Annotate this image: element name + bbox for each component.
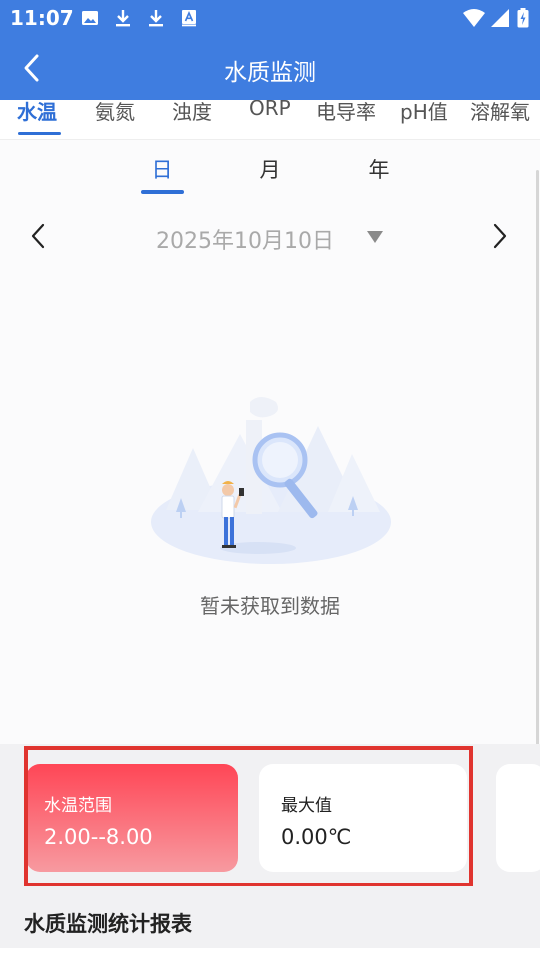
- report-title: 水质监测统计报表: [24, 912, 192, 936]
- signal-icon: [490, 8, 510, 28]
- app-bar: 水质监测: [0, 36, 540, 100]
- caret-down-icon[interactable]: [366, 229, 384, 248]
- chevron-left-icon: [31, 223, 45, 249]
- status-time: 11:07: [10, 6, 74, 30]
- tab-turbidity[interactable]: 浊度: [172, 100, 212, 125]
- main-content: 日 月 年 2025年10月10日 暂未获取到数据: [0, 140, 540, 744]
- period-tab-month[interactable]: 月: [240, 154, 300, 184]
- parameter-tabs: 水温 氨氮 浊度 ORP 电导率 pH值 溶解氧: [0, 100, 540, 140]
- report-divider: [0, 948, 540, 960]
- empty-state-illustration: [151, 397, 391, 564]
- empty-state-text: 暂未获取到数据: [200, 594, 340, 618]
- page-title: 水质监测: [224, 60, 316, 86]
- a-icon: [180, 8, 198, 28]
- tab-water-temperature[interactable]: 水温: [17, 100, 57, 125]
- stat-card-next[interactable]: [496, 764, 540, 872]
- tab-indicator: [18, 132, 61, 135]
- period-tab-day[interactable]: 日: [132, 154, 192, 184]
- wifi-icon: [462, 8, 486, 28]
- tab-dissolved-oxygen[interactable]: 溶解氧: [470, 100, 530, 125]
- tab-conductivity[interactable]: 电导率: [316, 100, 376, 125]
- next-date-button[interactable]: [484, 220, 516, 252]
- status-bar: 11:07: [0, 0, 540, 36]
- tab-ammonia-nitrogen[interactable]: 氨氮: [95, 100, 135, 125]
- period-tab-year[interactable]: 年: [349, 154, 409, 184]
- tab-ph[interactable]: pH值: [400, 100, 448, 125]
- download-icon: [114, 8, 132, 28]
- date-picker[interactable]: 2025年10月10日: [156, 223, 334, 255]
- image-icon: [80, 8, 100, 28]
- prev-date-button[interactable]: [22, 220, 54, 252]
- battery-charging-icon: [516, 8, 530, 28]
- period-indicator: [141, 190, 184, 194]
- report-section: 水质监测统计报表: [0, 886, 540, 960]
- tab-orp[interactable]: ORP: [249, 100, 291, 120]
- download-icon: [147, 8, 165, 28]
- chevron-right-icon: [493, 223, 507, 249]
- highlight-box: [24, 746, 473, 887]
